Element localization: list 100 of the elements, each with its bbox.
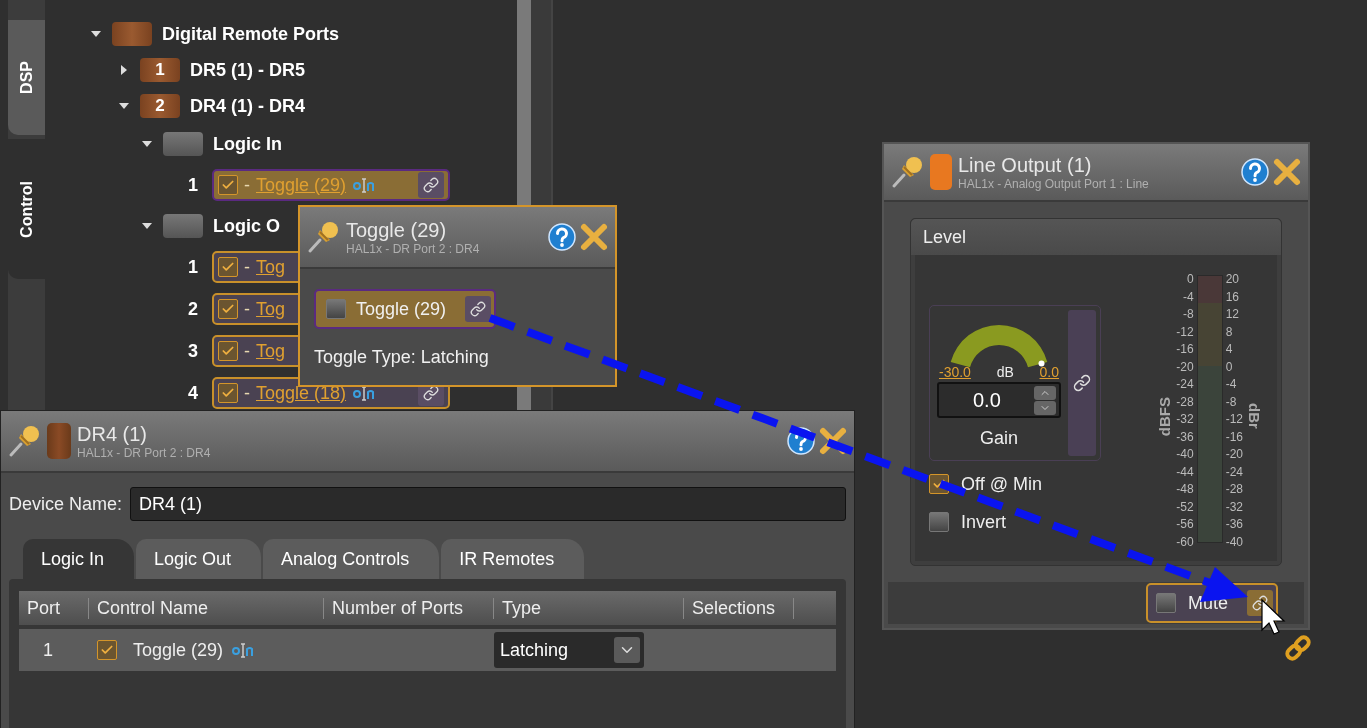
- number-badge: 2: [140, 94, 180, 118]
- link-icon: [470, 301, 486, 317]
- toggle-type-text: Toggle Type: Latching: [314, 347, 490, 368]
- max-value-link[interactable]: 0.0: [1039, 364, 1059, 380]
- tick-label: -16: [1225, 428, 1243, 446]
- tree-label[interactable]: Logic O: [213, 215, 280, 237]
- device-name-field[interactable]: DR4 (1): [130, 487, 846, 521]
- tab[interactable]: Analog Controls: [263, 539, 440, 579]
- check-icon: [932, 477, 946, 491]
- help-icon[interactable]: [547, 222, 577, 252]
- column-header[interactable]: Type: [494, 597, 684, 619]
- tick-label: 4: [1225, 341, 1233, 358]
- port-number: 3: [188, 340, 199, 362]
- link-icon: [423, 385, 439, 401]
- tick-label: -12: [1225, 411, 1243, 428]
- separator-dash: -: [244, 382, 250, 404]
- column-header[interactable]: Selections: [684, 597, 794, 619]
- separator-dash: -: [244, 340, 250, 362]
- tick-label: -16: [1176, 341, 1194, 358]
- gain-field[interactable]: 0.0: [937, 382, 1061, 418]
- gain-knob[interactable]: [950, 324, 1048, 368]
- link-icon: [423, 177, 439, 193]
- checkbox[interactable]: [218, 257, 238, 277]
- control-link[interactable]: Tog: [256, 340, 286, 362]
- column-header[interactable]: Control Name: [89, 597, 324, 619]
- tick-label: -20: [1176, 358, 1194, 376]
- number-badge: 1: [140, 58, 180, 82]
- pushpin-icon[interactable]: [306, 220, 340, 254]
- toggle-control[interactable]: Toggle (29): [314, 289, 496, 329]
- dropdown-caret-icon[interactable]: [614, 637, 640, 663]
- checkbox[interactable]: [1156, 593, 1176, 614]
- tick-label: -8: [1183, 306, 1194, 323]
- tick-label: -20: [1225, 446, 1243, 463]
- tick-label: 8: [1225, 323, 1233, 341]
- tab[interactable]: Logic In: [23, 539, 135, 579]
- check-icon: [221, 260, 235, 274]
- side-tab[interactable]: Control: [8, 139, 45, 279]
- tree-label[interactable]: DR4 (1) - DR4: [190, 95, 305, 117]
- checkbox[interactable]: [218, 383, 238, 403]
- checkbox[interactable]: [218, 175, 238, 195]
- field-label: Device Name:: [9, 493, 123, 515]
- checkbox[interactable]: [218, 299, 238, 319]
- color-swatch: [930, 154, 952, 190]
- unit-label: dB: [996, 364, 1014, 380]
- tick-label: 0: [1186, 271, 1194, 288]
- panel-title: DR4 (1): [77, 422, 148, 446]
- tick-label: -24: [1225, 463, 1243, 481]
- port-number: 1: [188, 174, 199, 196]
- tick-label: -32: [1176, 411, 1194, 428]
- link-icon: [1073, 374, 1091, 392]
- control-item[interactable]: - Toggle (29): [212, 169, 450, 201]
- link-icon: [1252, 595, 1268, 612]
- checkbox[interactable]: [218, 341, 238, 361]
- axis-label: dBFS: [1156, 396, 1174, 436]
- tick-label: -4: [1183, 288, 1194, 306]
- tick-label: 20: [1225, 271, 1239, 288]
- tick-label: -36: [1225, 516, 1243, 533]
- tick-label: -24: [1176, 376, 1194, 393]
- tick-label: -12: [1176, 323, 1194, 341]
- checkbox[interactable]: [97, 640, 117, 660]
- check-icon: [100, 643, 114, 657]
- toggle-label: Toggle (29): [356, 298, 447, 320]
- checkbox[interactable]: [929, 512, 949, 532]
- tick-label: -28: [1176, 393, 1194, 411]
- side-tab[interactable]: DSP: [8, 20, 45, 135]
- control-name-cell-text: Toggle (29): [132, 639, 224, 661]
- separator-dash: -: [244, 298, 250, 320]
- close-icon[interactable]: [818, 426, 848, 456]
- help-icon[interactable]: [786, 426, 816, 456]
- min-value-link[interactable]: -30.0: [939, 364, 971, 380]
- check-icon: [221, 302, 235, 316]
- control-link[interactable]: Tog: [256, 298, 286, 320]
- table-row[interactable]: 1 Toggle (29) Latching: [19, 629, 836, 671]
- tree-label[interactable]: DR5 (1) - DR5: [190, 59, 305, 81]
- panel-title: Line Output (1): [958, 153, 1093, 177]
- panel-subtitle: HAL1x - Analog Output Port 1 : Line: [958, 176, 1149, 191]
- column-header[interactable]: Number of Ports: [324, 597, 494, 619]
- port-number: 2: [188, 298, 199, 320]
- link-cursor-icon: [1283, 633, 1313, 663]
- close-icon[interactable]: [579, 222, 609, 252]
- pushpin-icon[interactable]: [7, 424, 41, 458]
- control-link[interactable]: Tog: [256, 256, 286, 278]
- pushpin-icon[interactable]: [890, 155, 924, 189]
- color-swatch: [163, 214, 203, 238]
- column-header[interactable]: Port: [19, 597, 89, 619]
- tab[interactable]: Logic Out: [136, 539, 262, 579]
- tick-label: -40: [1176, 446, 1194, 463]
- spin-up-icon[interactable]: [1034, 385, 1056, 400]
- cursor-icon: [1261, 598, 1286, 635]
- tab[interactable]: IR Remotes: [441, 539, 585, 579]
- close-icon[interactable]: [1272, 157, 1302, 187]
- spin-down-icon[interactable]: [1034, 400, 1056, 415]
- type-dropdown[interactable]: Latching: [494, 632, 644, 668]
- tick-label: 12: [1225, 306, 1239, 323]
- help-icon[interactable]: [1240, 157, 1270, 187]
- tick-label: -28: [1225, 481, 1243, 498]
- checkbox[interactable]: [326, 299, 346, 319]
- port-number: 4: [188, 382, 199, 404]
- tree-label[interactable]: Digital Remote Ports: [162, 23, 340, 45]
- tree-label[interactable]: Logic In: [213, 133, 282, 155]
